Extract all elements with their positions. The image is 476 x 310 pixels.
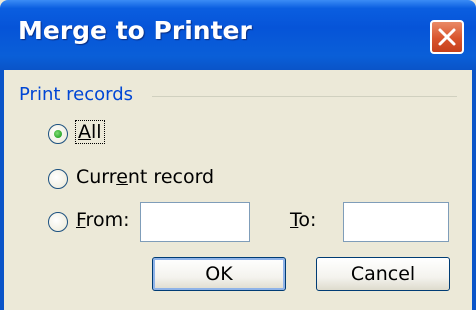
radio-current-record-label[interactable]: Current record — [76, 166, 214, 188]
title-bar[interactable]: Merge to Printer — [0, 0, 476, 70]
close-button[interactable] — [430, 20, 464, 54]
print-records-group-label: Print records — [19, 84, 134, 105]
access-key: F — [76, 209, 86, 231]
access-key: A — [78, 121, 91, 143]
ok-button[interactable]: OK — [152, 257, 286, 291]
to-label: To: — [290, 209, 317, 231]
radio-all[interactable] — [48, 124, 68, 144]
to-input[interactable] — [343, 202, 449, 242]
cancel-button[interactable]: Cancel — [316, 257, 450, 291]
merge-to-printer-dialog: Merge to Printer Print records All Curre… — [0, 0, 476, 310]
dialog-title: Merge to Printer — [18, 16, 252, 45]
close-icon — [438, 28, 456, 46]
from-input[interactable] — [140, 202, 250, 242]
radio-all-label[interactable]: All — [75, 120, 105, 144]
radio-current-record[interactable] — [48, 169, 68, 189]
radio-from-label[interactable]: From: — [76, 209, 129, 231]
group-divider — [152, 96, 457, 97]
window-frame-right — [472, 70, 476, 310]
window-frame-left — [0, 70, 4, 310]
radio-selected-dot — [54, 130, 62, 138]
radio-from[interactable] — [48, 212, 68, 232]
access-key: e — [116, 166, 128, 188]
